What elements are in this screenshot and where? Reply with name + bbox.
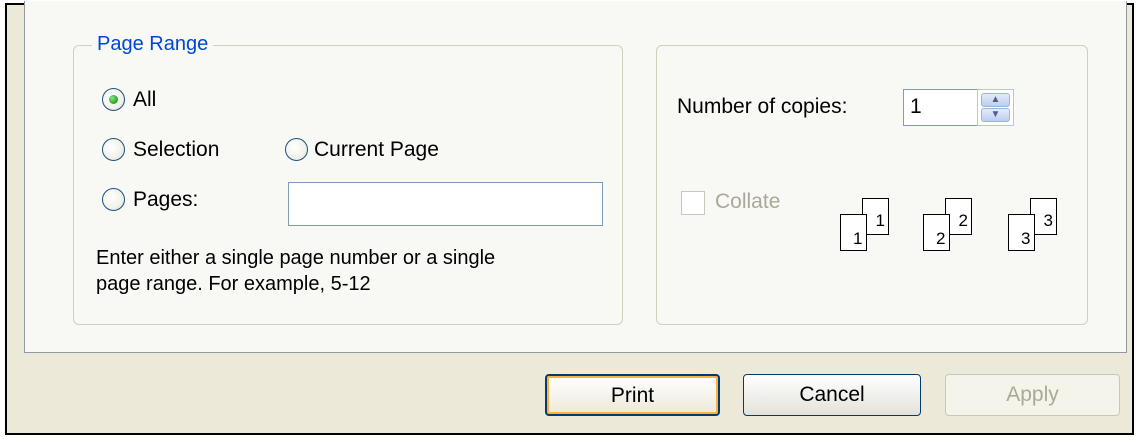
- help-line-1: Enter either a single page number or a s…: [96, 247, 496, 269]
- radio-current-page[interactable]: [285, 138, 308, 161]
- radio-selection[interactable]: [102, 138, 125, 161]
- radio-selection-label[interactable]: Selection: [133, 137, 219, 163]
- collate-page-front-2: 2: [923, 214, 950, 251]
- radio-pages[interactable]: [102, 188, 125, 211]
- copies-spinner[interactable]: ▲ ▼: [977, 89, 1014, 126]
- collate-label: Collate: [715, 190, 781, 213]
- print-button[interactable]: Print: [545, 374, 720, 416]
- copies-label: Number of copies:: [677, 95, 848, 118]
- page-range-legend: Page Range: [92, 31, 214, 57]
- spin-down-button[interactable]: ▼: [981, 108, 1010, 122]
- apply-button[interactable]: Apply: [945, 374, 1120, 416]
- copies-input[interactable]: 1: [903, 89, 979, 126]
- cancel-button[interactable]: Cancel: [743, 374, 921, 416]
- radio-pages-label[interactable]: Pages:: [133, 187, 198, 213]
- copies-value: 1: [910, 95, 922, 118]
- collate-checkbox[interactable]: [681, 191, 705, 215]
- page-range-help: Enter either a single page number or a s…: [96, 245, 495, 297]
- radio-all-label[interactable]: All: [133, 87, 156, 113]
- collate-page-front-3: 3: [1008, 214, 1035, 251]
- copies-group: Number of copies: 1 ▲ ▼ Collate 1 1 2 2 …: [656, 45, 1088, 325]
- print-dialog: Page Range All Selection Current Page Pa…: [5, 1, 1134, 435]
- page-range-group: Page Range All Selection Current Page Pa…: [73, 31, 623, 325]
- radio-all[interactable]: [102, 88, 125, 111]
- radio-current-page-label[interactable]: Current Page: [314, 137, 439, 163]
- spin-up-button[interactable]: ▲: [981, 93, 1010, 107]
- tab-page-general: Page Range All Selection Current Page Pa…: [24, 1, 1127, 353]
- collate-page-front-1: 1: [840, 214, 867, 251]
- help-line-2: page range. For example, 5-12: [96, 273, 371, 295]
- pages-input[interactable]: [288, 182, 603, 226]
